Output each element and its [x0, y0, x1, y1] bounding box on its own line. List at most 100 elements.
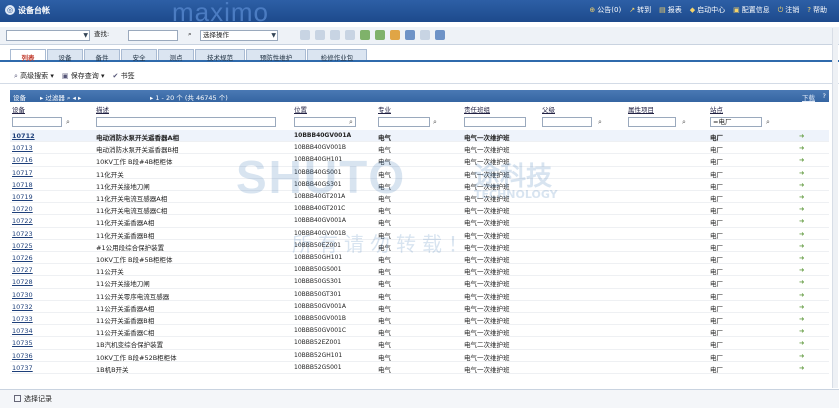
cell-id[interactable]: 10737 — [12, 364, 33, 372]
history-icon[interactable] — [420, 30, 430, 40]
row-action-icon[interactable]: ➜ — [799, 230, 804, 238]
tab-3[interactable]: 安全 — [121, 49, 157, 62]
table-row[interactable]: 10713 电动消防水泵开关遥香器B相 10BBB40GV001B 电气 电气一次维护班… — [10, 142, 829, 155]
search-icon[interactable]: ⌕ — [66, 118, 70, 127]
cell-id[interactable]: 10736 — [12, 352, 33, 360]
column-header[interactable]: 设备 — [12, 104, 25, 114]
top-link[interactable]: ? 帮助 — [807, 5, 827, 15]
search-icon[interactable]: ⌕ — [433, 118, 437, 127]
bookmark-button[interactable]: ✔ 书签 — [113, 71, 135, 83]
vertical-scrollbar[interactable] — [832, 28, 838, 388]
table-row[interactable]: 10720 11化开关电流互感器C相 10BBB40GT201C 电气 电气一次维护班 电… — [10, 203, 829, 216]
column-header[interactable]: 描述 — [96, 104, 109, 114]
save-query-button[interactable]: ▣ 保存查询 ▾ — [62, 71, 105, 83]
prev-icon[interactable] — [330, 30, 340, 40]
filter-input-attribute[interactable] — [628, 117, 676, 127]
row-action-icon[interactable]: ➜ — [799, 181, 804, 189]
tab-2[interactable]: 备件 — [84, 49, 120, 62]
table-row[interactable]: 10717 11化开关 10BBB40GS001 电气 电气一次维护班 电厂 ➜ — [10, 167, 829, 179]
top-link[interactable]: ↗ 转到 — [629, 5, 651, 15]
cell-id[interactable]: 10713 — [12, 144, 33, 152]
route-icon[interactable] — [375, 30, 385, 40]
row-action-icon[interactable]: ➜ — [799, 242, 804, 250]
tab-6[interactable]: 预防性维护 — [246, 49, 306, 62]
cell-id[interactable]: 10734 — [12, 327, 33, 335]
row-action-icon[interactable]: ➜ — [799, 193, 804, 201]
filter-input-description[interactable] — [96, 117, 276, 127]
column-header[interactable]: 属性项目 — [628, 104, 654, 114]
report-icon[interactable] — [435, 30, 445, 40]
table-row[interactable]: 10725 #1公用段综合保护装置 10BBB50EZ001 电气 电气一次维护班 电厂 ➜ — [10, 240, 829, 252]
cell-id[interactable]: 10720 — [12, 205, 33, 213]
table-row[interactable]: 10737 1B机B开关 10BBB52GS001 电气 电气一次维护班 电厂 ➜ — [10, 362, 829, 374]
find-input[interactable] — [128, 30, 178, 41]
table-row[interactable]: 10723 11化开关遥香器B相 10BBB40GV001B 电气 电气一次维护班 电厂 ➜ — [10, 228, 829, 240]
table-row[interactable]: 10733 11公开关遥香器B相 10BBB50GV001B 电气 电气一次维护班 电厂 ➜ — [10, 313, 829, 326]
cell-id[interactable]: 10726 — [12, 254, 33, 262]
tab-4[interactable]: 测点 — [158, 49, 194, 62]
clear-icon[interactable] — [405, 30, 415, 40]
row-action-icon[interactable]: ➜ — [799, 254, 804, 262]
filter-input-location[interactable] — [294, 117, 356, 127]
row-action-icon[interactable]: ➜ — [799, 156, 804, 164]
new-record-icon[interactable] — [300, 30, 310, 40]
cell-id[interactable]: 10718 — [12, 181, 33, 189]
cell-id[interactable]: 10733 — [12, 315, 33, 323]
top-link[interactable]: ⊕ 公告(0) — [589, 5, 621, 15]
row-action-icon[interactable]: ➜ — [799, 303, 804, 311]
row-action-icon[interactable]: ➜ — [799, 352, 804, 360]
top-link[interactable]: ◆ 启动中心 — [690, 5, 725, 15]
row-action-icon[interactable]: ➜ — [799, 266, 804, 274]
table-row[interactable]: 10735 1B汽机变综合保护装置 10BBB52EZ001 电气 电气二次维护班 电厂 ➜ — [10, 337, 829, 350]
download-link[interactable]: 下载 — [802, 92, 815, 102]
table-row[interactable]: 10736 10KV工作 B段#52B柜柜体 10BBB52GH101 电气 电气一次维… — [10, 350, 829, 362]
binoculars-icon[interactable]: ⌕ — [186, 30, 196, 41]
row-action-icon[interactable]: ➜ — [799, 217, 804, 225]
column-header[interactable]: 站点 — [710, 104, 723, 114]
top-link[interactable]: ⏻ 注销 — [778, 5, 800, 15]
cell-id[interactable]: 10712 — [12, 132, 35, 140]
row-action-icon[interactable]: ➜ — [799, 144, 804, 152]
cell-id[interactable]: 10716 — [12, 156, 33, 164]
filter-button[interactable]: ▸ 过滤器 ⌕ ◂ ▸ — [40, 92, 81, 103]
cell-id[interactable]: 10722 — [12, 217, 33, 225]
table-row[interactable]: 10728 11公开关接地刀闸 10BBB50GS301 电气 电气一次维护班 电厂 ➜ — [10, 276, 829, 289]
table-row[interactable]: 10726 10KV工作 B段#5B柜柜体 10BBB50GH101 电气 电气一次维护… — [10, 252, 829, 265]
top-link[interactable]: ▣ 配置信息 — [733, 5, 770, 15]
select-records-toggle[interactable]: 选择记录 — [14, 394, 52, 404]
table-row[interactable]: 10722 11化开关遥香器A相 10BBB40GV001A 电气 电气一次维护班 电厂 ➜ — [10, 215, 829, 228]
row-action-icon[interactable]: ➜ — [799, 327, 804, 335]
column-header[interactable]: 责任班组 — [464, 104, 490, 114]
help-icon[interactable]: ? — [823, 92, 826, 100]
tab-0[interactable]: 列表 — [10, 49, 46, 62]
cell-id[interactable]: 10725 — [12, 242, 33, 250]
search-icon[interactable]: ⌕ — [598, 118, 602, 127]
tab-1[interactable]: 设备 — [47, 49, 83, 62]
advanced-search-button[interactable]: ⌕ 高级搜索 ▾ — [14, 71, 54, 83]
table-row[interactable]: 10730 11公开关零序电流互感器 10BBB50GT301 电气 电气一次维护班 电厂… — [10, 289, 829, 301]
row-action-icon[interactable]: ➜ — [799, 315, 804, 323]
cell-id[interactable]: 10732 — [12, 303, 33, 311]
column-header[interactable]: 父级 — [542, 104, 555, 114]
row-action-icon[interactable]: ➜ — [799, 169, 804, 177]
table-row[interactable]: 10716 10KV工作 B段#4B柜柜体 10BBB40GH101 电气 电气一次维护… — [10, 154, 829, 167]
cell-id[interactable]: 10723 — [12, 230, 33, 238]
filter-input-asset[interactable] — [12, 117, 62, 127]
next-icon[interactable] — [345, 30, 355, 40]
table-row[interactable]: 10718 11化开关接地刀闸 10BBB40GS301 电气 电气一次维护班 电厂 ➜ — [10, 179, 829, 191]
filter-input-parent[interactable] — [542, 117, 592, 127]
save-icon[interactable] — [315, 30, 325, 40]
row-action-icon[interactable]: ➜ — [799, 291, 804, 299]
filter-input-site[interactable]: =电厂 — [710, 117, 762, 127]
filter-input-responsible[interactable] — [464, 117, 526, 127]
table-row[interactable]: 10712 电动消防水泵开关遥香器A相 10BBB40GV001A 电气 电气一次维护班… — [10, 130, 829, 143]
row-action-icon[interactable]: ➜ — [799, 132, 804, 140]
table-row[interactable]: 10734 11公开关遥香器C相 10BBB50GV001C 电气 电气一次维护班 电厂 ➜ — [10, 325, 829, 338]
table-row[interactable]: 10727 11公开关 10BBB50GS001 电气 电气一次维护班 电厂 ➜ — [10, 264, 829, 277]
query-select[interactable]: ▼ — [6, 30, 90, 41]
top-link[interactable]: ▤ 报表 — [659, 5, 682, 15]
search-icon[interactable]: ⌕ — [682, 118, 686, 127]
cell-id[interactable]: 10735 — [12, 339, 33, 347]
tab-5[interactable]: 技术规范 — [195, 49, 245, 62]
column-header[interactable]: 位置 — [294, 104, 307, 114]
